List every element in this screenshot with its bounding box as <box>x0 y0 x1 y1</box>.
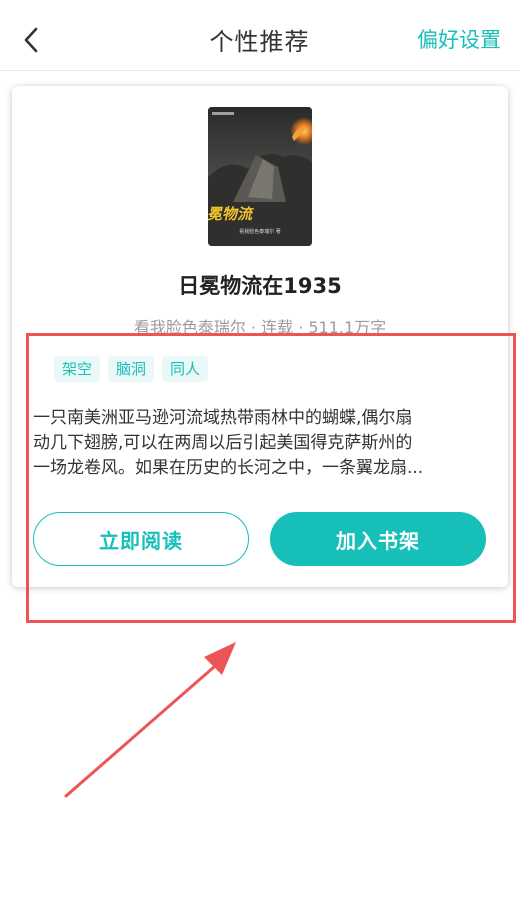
book-recommendation-card: 日冕物流 看我脸色泰瑞尔 著 日冕物流在1935 看我脸色泰瑞尔 · 连载 · … <box>12 86 508 587</box>
description-line: 动几下翅膀,可以在两周以后引起美国得克萨斯州的 <box>33 433 413 453</box>
recommendation-page: 个性推荐 偏好设置 日冕物流 看我脸色泰瑞尔 著 日冕物流在1935 看我脸色泰… <box>0 0 519 899</box>
tag-list: 架空 脑洞 同人 <box>54 356 209 382</box>
book-title: 日冕物流在1935 <box>178 274 342 298</box>
cover-author-text: 看我脸色泰瑞尔 著 <box>239 228 281 235</box>
tag-chip[interactable]: 架空 <box>54 356 101 382</box>
book-word-count: 511.1万字 <box>308 318 387 337</box>
meta-separator: · <box>245 318 262 337</box>
top-bar: 个性推荐 偏好设置 <box>0 0 519 71</box>
back-button[interactable] <box>14 22 50 58</box>
book-description: 一只南美洲亚马逊河流域热带雨林中的蝴蝶,偶尔扇 动几下翅膀,可以在两周以后引起美… <box>33 406 493 481</box>
add-to-shelf-button[interactable]: 加入书架 <box>270 512 486 566</box>
cover-title-text: 日冕物流 <box>208 205 255 223</box>
chevron-left-icon <box>24 27 38 53</box>
tag-chip[interactable]: 同人 <box>162 356 209 382</box>
book-author: 看我脸色泰瑞尔 <box>133 318 246 337</box>
preference-settings-link[interactable]: 偏好设置 <box>417 24 501 54</box>
book-cover-image: 日冕物流 看我脸色泰瑞尔 著 <box>208 107 312 246</box>
book-cover[interactable]: 日冕物流 看我脸色泰瑞尔 著 <box>208 107 312 246</box>
read-now-button[interactable]: 立即阅读 <box>33 512 249 566</box>
tag-chip[interactable]: 脑洞 <box>108 356 155 382</box>
book-meta: 看我脸色泰瑞尔 · 连载 · 511.1万字 <box>12 314 508 338</box>
meta-separator: · <box>293 318 309 337</box>
description-line: 一场龙卷风。如果在历史的长河之中，一条翼龙扇... <box>33 458 424 478</box>
book-status: 连载 <box>261 318 294 337</box>
description-line: 一只南美洲亚马逊河流域热带雨林中的蝴蝶,偶尔扇 <box>33 408 413 428</box>
